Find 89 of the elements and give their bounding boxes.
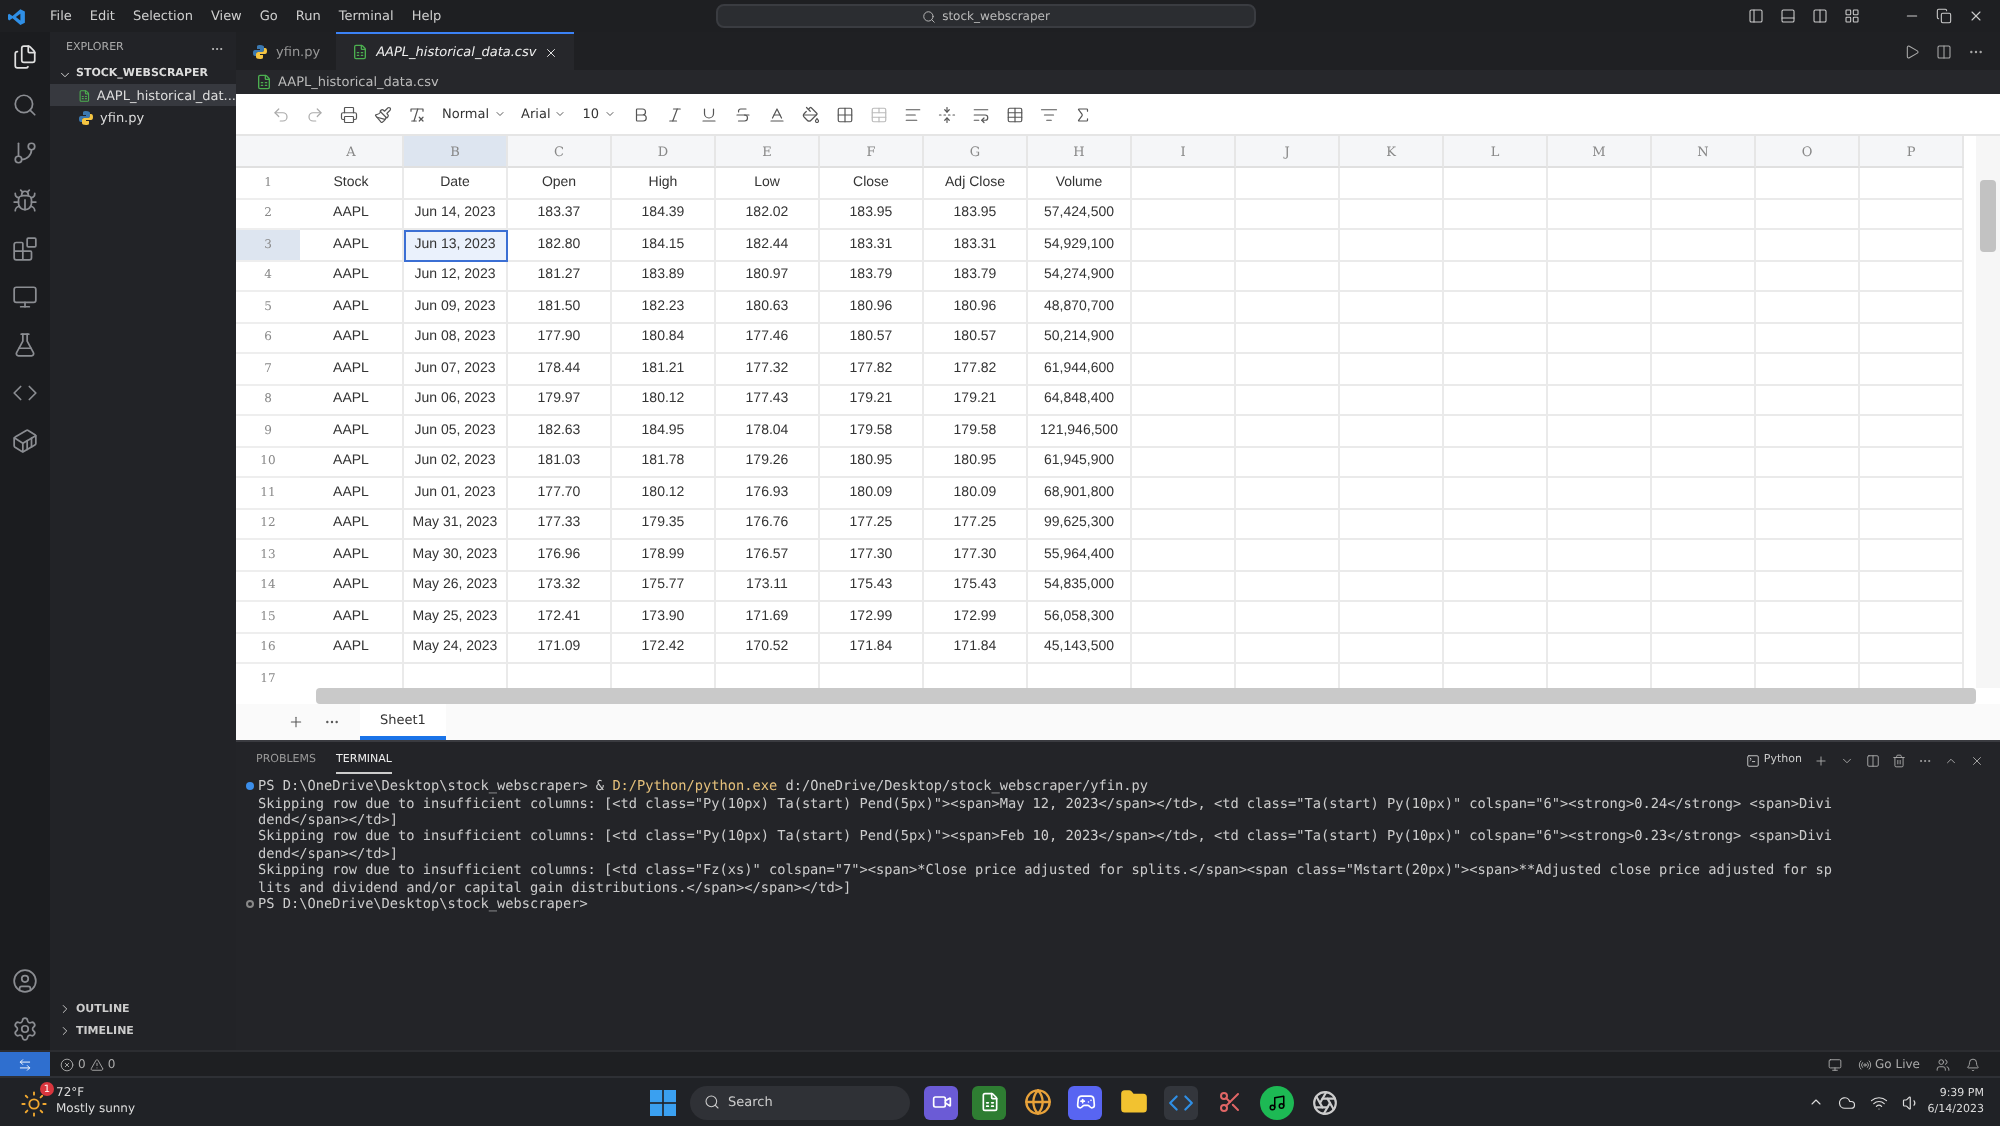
- music-app-icon[interactable]: [1260, 1085, 1294, 1119]
- error-icon: [60, 1057, 74, 1071]
- broadcast-icon: [1857, 1057, 1872, 1071]
- merge-cells-icon[interactable]: [869, 105, 888, 123]
- restore-icon[interactable]: [1936, 8, 1952, 24]
- caret-icon: [603, 108, 616, 120]
- table-icon[interactable]: [1005, 105, 1024, 123]
- horizontal-scrollbar[interactable]: [316, 688, 1976, 704]
- chevron-down-icon: [58, 67, 72, 81]
- layout-icon[interactable]: [1827, 1057, 1842, 1071]
- caret-icon: [554, 108, 567, 120]
- browser-app-icon[interactable]: [1020, 1085, 1054, 1119]
- clear-format-icon[interactable]: [408, 105, 426, 123]
- notification-icon[interactable]: [1966, 1057, 1980, 1071]
- accounts-icon[interactable]: [1936, 1057, 1950, 1071]
- layout-grid-icon[interactable]: [1844, 8, 1860, 24]
- maximize-icon[interactable]: [1944, 753, 1958, 767]
- chevron-down-icon[interactable]: [1840, 753, 1854, 767]
- status-dot-icon: [246, 782, 254, 791]
- empty-cell: [1236, 168, 1340, 199]
- split-layout-icon[interactable]: [1812, 8, 1828, 24]
- warning-icon: [89, 1057, 104, 1071]
- search-icon: [922, 9, 937, 23]
- aperture-app-icon[interactable]: [1308, 1085, 1342, 1119]
- spreadsheet-app-icon[interactable]: [972, 1085, 1006, 1119]
- empty-cell: [1444, 168, 1548, 199]
- video-app-icon[interactable]: [924, 1085, 958, 1119]
- empty-cell: [1340, 168, 1444, 199]
- remote-icon: [18, 1057, 32, 1071]
- run-icon[interactable]: [1904, 43, 1920, 59]
- strikethrough-icon[interactable]: [733, 105, 752, 123]
- bold-icon[interactable]: [631, 105, 650, 123]
- split-terminal-icon[interactable]: [1866, 753, 1880, 767]
- container-icon[interactable]: [12, 428, 38, 454]
- remote-button[interactable]: [0, 1051, 50, 1077]
- cloud-icon[interactable]: [1837, 1093, 1856, 1111]
- wrap-text-icon[interactable]: [971, 105, 990, 123]
- close-icon[interactable]: [1968, 8, 1984, 24]
- empty-cell: [1860, 168, 1964, 199]
- empty-cell: [1652, 168, 1756, 199]
- caret-icon: [493, 108, 506, 120]
- spreadsheet-file-icon: [256, 74, 272, 90]
- align-icon[interactable]: [903, 105, 922, 123]
- start-button[interactable]: [650, 1089, 676, 1115]
- spreadsheet-file-icon: [352, 44, 369, 60]
- folder-app-icon[interactable]: [1116, 1085, 1150, 1119]
- files-icon[interactable]: [12, 44, 38, 70]
- search-icon: [704, 1094, 720, 1110]
- account-icon[interactable]: [12, 968, 38, 994]
- filter-icon[interactable]: [1039, 105, 1058, 123]
- add-terminal-icon[interactable]: [1814, 753, 1828, 767]
- status-dot-icon: [246, 899, 254, 908]
- print-icon[interactable]: [340, 105, 358, 123]
- empty-cell: [1756, 168, 1860, 199]
- sum-icon[interactable]: [1073, 105, 1092, 123]
- paint-format-icon[interactable]: [374, 105, 392, 123]
- app-logo-icon: [8, 7, 26, 25]
- split-editor-icon[interactable]: [1936, 43, 1952, 59]
- code-editor-app-icon[interactable]: [1164, 1085, 1198, 1119]
- empty-cell: [1548, 168, 1652, 199]
- search-icon[interactable]: [12, 92, 38, 118]
- gamepad-app-icon[interactable]: [1068, 1085, 1102, 1119]
- italic-icon[interactable]: [665, 105, 684, 123]
- bug-icon[interactable]: [12, 188, 38, 214]
- text-color-icon[interactable]: [767, 105, 786, 123]
- borders-icon[interactable]: [835, 105, 854, 123]
- volume-icon[interactable]: [1901, 1093, 1920, 1111]
- add-sheet-icon[interactable]: [288, 714, 304, 730]
- weather-icon: [20, 1090, 48, 1118]
- code-icon[interactable]: [12, 380, 38, 406]
- tray-chevron-icon[interactable]: [1807, 1094, 1824, 1110]
- flask-icon[interactable]: [12, 332, 38, 358]
- close-icon[interactable]: [1970, 753, 1984, 767]
- python-file-icon: [252, 44, 268, 60]
- panel-toggle-icon[interactable]: [1780, 8, 1796, 24]
- monitor-icon[interactable]: [12, 284, 38, 310]
- sidebar-toggle-icon[interactable]: [1748, 8, 1764, 24]
- network-icon[interactable]: [1869, 1093, 1888, 1111]
- spreadsheet-file-icon: [78, 87, 91, 103]
- underline-icon[interactable]: [699, 105, 718, 123]
- fill-color-icon[interactable]: [801, 105, 820, 123]
- vertical-scrollbar[interactable]: [1976, 136, 2000, 688]
- extensions-icon[interactable]: [12, 236, 38, 262]
- branch-icon[interactable]: [12, 140, 38, 166]
- corner-cell[interactable]: [236, 136, 300, 168]
- terminal-icon: [1745, 753, 1760, 767]
- python-file-icon: [78, 109, 94, 125]
- trash-icon[interactable]: [1892, 753, 1906, 767]
- settings-icon[interactable]: [12, 1016, 38, 1042]
